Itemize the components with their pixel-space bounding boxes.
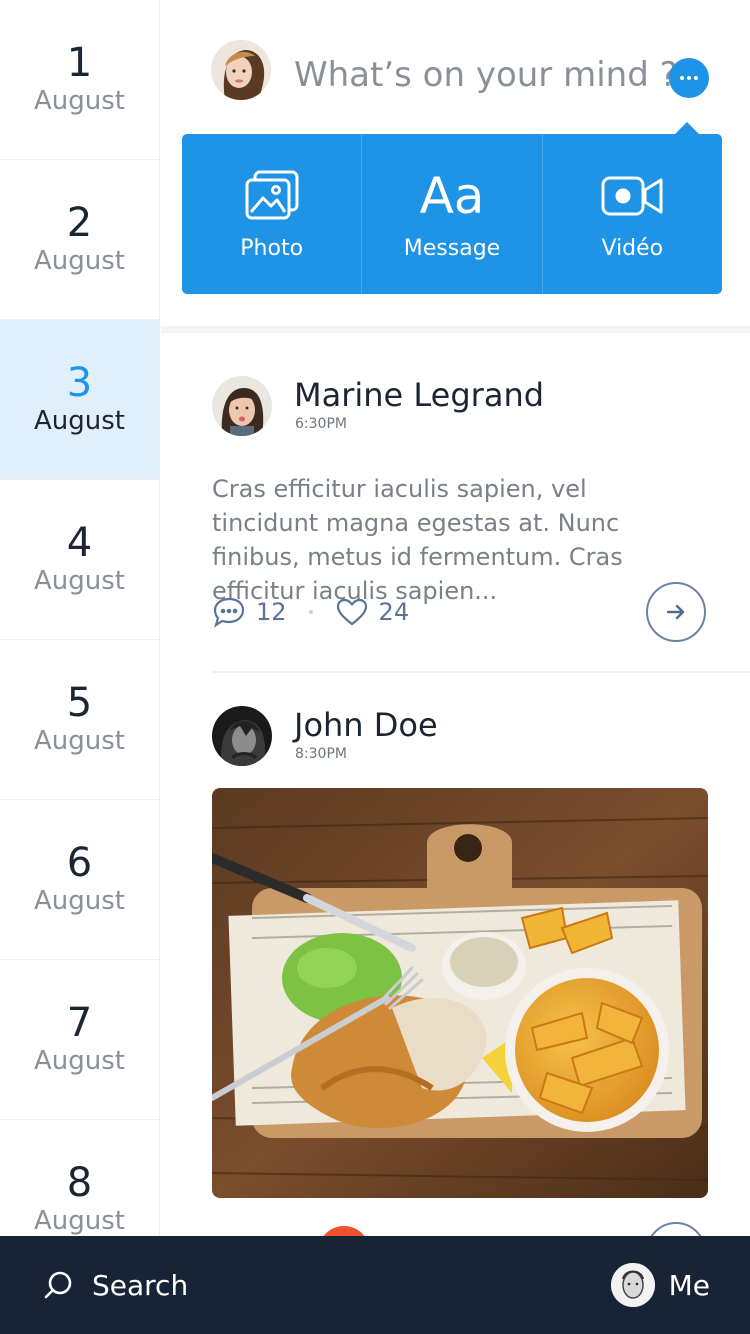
post-body-text: Cras efficitur iaculis sapien, vel tinci… <box>212 475 623 605</box>
photo-icon <box>245 168 299 224</box>
liked-heart-icon[interactable] <box>318 1226 370 1236</box>
profile-button[interactable]: Me <box>610 1236 710 1334</box>
post-composer: What’s on your mind ? Photo Aa Message V… <box>161 0 750 326</box>
open-post-button[interactable] <box>646 1222 706 1236</box>
text-icon: Aa <box>420 168 485 224</box>
date-day: 2 <box>66 199 93 246</box>
post-card: John Doe 8:30PM <box>212 670 750 1236</box>
date-sidebar: 1 August 2 August 3 August 4 August 5 Au… <box>0 0 160 1236</box>
post-stats: 12 24 <box>212 592 409 632</box>
likes-count: 24 <box>378 598 410 626</box>
dot-icon <box>687 76 691 80</box>
date-item-6[interactable]: 6 August <box>0 800 159 960</box>
video-label: Vidéo <box>601 235 664 261</box>
search-label: Search <box>92 1268 189 1302</box>
comments-button[interactable]: 12 <box>212 596 287 628</box>
heart-icon <box>336 598 367 626</box>
date-item-8[interactable]: 8 August <box>0 1120 159 1236</box>
video-camera-icon <box>601 168 663 224</box>
dot-icon <box>680 76 684 80</box>
avatar <box>212 706 272 766</box>
date-month: August <box>34 1045 125 1076</box>
comment-icon <box>213 597 245 628</box>
post-photo[interactable] <box>212 788 708 1198</box>
date-day: 6 <box>66 839 93 886</box>
bottom-navigation-bar: Search Me <box>0 1236 750 1334</box>
date-month: August <box>34 885 125 916</box>
search-button[interactable]: Search <box>42 1236 188 1334</box>
likes-button[interactable]: 24 <box>335 597 410 627</box>
date-month: August <box>34 1205 125 1236</box>
more-options-button[interactable] <box>669 58 709 98</box>
stats-separator <box>308 610 313 614</box>
photo-button[interactable]: Photo <box>182 134 363 294</box>
open-post-button[interactable] <box>646 582 706 642</box>
avatar <box>212 376 272 436</box>
dot-icon <box>694 76 698 80</box>
date-month: August <box>34 565 125 596</box>
date-item-5[interactable]: 5 August <box>0 640 159 800</box>
date-item-2[interactable]: 2 August <box>0 160 159 320</box>
date-month: August <box>34 245 125 276</box>
avatar <box>610 1263 655 1307</box>
date-month: August <box>34 405 125 436</box>
feed-column: What’s on your mind ? Photo Aa Message V… <box>161 0 750 1236</box>
popover-pointer <box>675 122 699 134</box>
composer-input[interactable]: What’s on your mind ? <box>294 55 678 95</box>
message-label: Message <box>403 235 501 261</box>
date-day: 8 <box>66 1159 93 1206</box>
date-day: 4 <box>66 519 93 566</box>
date-item-3-selected[interactable]: 3 August <box>0 320 159 480</box>
photo-label: Photo <box>240 235 304 261</box>
date-item-4[interactable]: 4 August <box>0 480 159 640</box>
post-author-name[interactable]: John Doe <box>294 706 438 744</box>
post-card: Marine Legrand 6:30PM Cras efficitur iac… <box>212 374 750 674</box>
date-item-7[interactable]: 7 August <box>0 960 159 1120</box>
avatar <box>211 40 271 100</box>
comments-count: 12 <box>256 598 287 626</box>
video-button[interactable]: Vidéo <box>543 134 722 294</box>
arrow-right-icon <box>666 604 685 620</box>
date-day: 7 <box>66 999 93 1046</box>
date-month: August <box>34 85 125 116</box>
date-day: 1 <box>66 39 93 86</box>
date-month: August <box>34 725 125 756</box>
post-author-name[interactable]: Marine Legrand <box>294 376 544 414</box>
post-timestamp: 6:30PM <box>295 416 347 432</box>
message-button[interactable]: Aa Message <box>362 134 543 294</box>
date-day: 5 <box>66 679 93 726</box>
search-icon <box>44 1271 72 1299</box>
date-day: 3 <box>66 359 93 406</box>
date-item-1[interactable]: 1 August <box>0 0 159 160</box>
text-icon-glyph: Aa <box>419 166 485 225</box>
composer-actions-panel: Photo Aa Message Vidéo <box>182 134 722 294</box>
profile-label: Me <box>668 1268 710 1302</box>
post-timestamp: 8:30PM <box>295 746 347 762</box>
section-divider <box>161 326 750 333</box>
